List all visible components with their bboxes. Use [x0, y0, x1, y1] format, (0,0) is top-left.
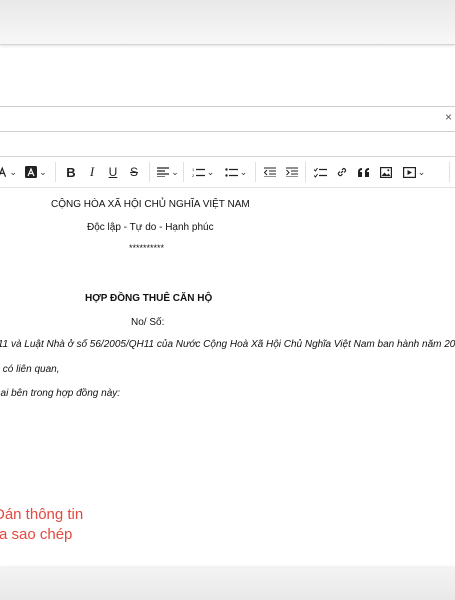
toolbar-divider — [149, 162, 150, 182]
toolbar-divider — [305, 162, 306, 182]
contract-number: No/ Số: — [131, 317, 165, 328]
blockquote-icon[interactable] — [357, 164, 371, 180]
checklist-icon[interactable] — [313, 164, 327, 180]
svg-text:1: 1 — [192, 167, 195, 172]
related-regulations-line: c có liên quan, — [0, 364, 60, 375]
legal-basis-line: /11 và Luật Nhà ở số 56/2005/QH11 của Nư… — [0, 339, 455, 350]
toolbar-divider — [183, 162, 184, 182]
link-icon[interactable] — [335, 164, 349, 180]
chevron-down-icon: ⌄ — [206, 166, 215, 177]
numbered-list-icon[interactable]: 12 ⌄ — [190, 164, 216, 180]
font-color-icon[interactable]: ⌄ — [0, 164, 17, 180]
highlight-color-icon[interactable]: ⌄ — [25, 164, 47, 180]
paste-hint-line1: Dán thông tin — [0, 506, 84, 523]
align-icon[interactable]: ⌄ — [157, 164, 179, 180]
underline-icon[interactable]: U — [107, 164, 119, 180]
paste-hint-line2: ra sao chép — [0, 526, 73, 543]
window-top-bar — [0, 0, 455, 45]
document-header-motto: Độc lập - Tự do - Hạnh phúc — [87, 222, 214, 233]
chevron-down-icon: ⌄ — [239, 166, 248, 177]
editor-toolbar: ⌄ ⌄ B I U S ⌄ 12 ⌄ ⌄ ⌄ — [0, 157, 455, 188]
outdent-icon[interactable] — [263, 164, 277, 180]
bullet-list-icon[interactable]: ⌄ — [223, 164, 249, 180]
document-divider-stars: ********** — [129, 243, 165, 253]
chevron-down-icon: ⌄ — [171, 166, 179, 177]
chevron-down-icon: ⌄ — [9, 166, 17, 177]
title-input[interactable]: × — [0, 106, 455, 132]
toolbar-divider — [449, 162, 450, 182]
close-icon[interactable]: × — [445, 110, 452, 124]
toolbar-divider — [255, 162, 256, 182]
bold-icon[interactable]: B — [65, 164, 77, 180]
indent-icon[interactable] — [285, 164, 299, 180]
parties-line: hai bên trong hợp đồng này: — [0, 388, 121, 399]
italic-icon[interactable]: I — [87, 164, 97, 180]
media-icon[interactable]: ⌄ — [401, 164, 427, 180]
image-icon[interactable] — [379, 164, 393, 180]
window-bottom-bar — [0, 568, 455, 600]
chevron-down-icon: ⌄ — [417, 166, 426, 177]
chevron-down-icon: ⌄ — [39, 166, 47, 177]
strikethrough-icon[interactable]: S — [128, 164, 140, 180]
contract-title: HỢP ĐỒNG THUÊ CĂN HỘ — [85, 293, 213, 304]
document-header-country: CỘNG HÒA XÃ HỘI CHỦ NGHĨA VIỆT NAM — [51, 199, 250, 210]
svg-text:2: 2 — [192, 173, 195, 178]
toolbar-divider — [55, 162, 56, 182]
